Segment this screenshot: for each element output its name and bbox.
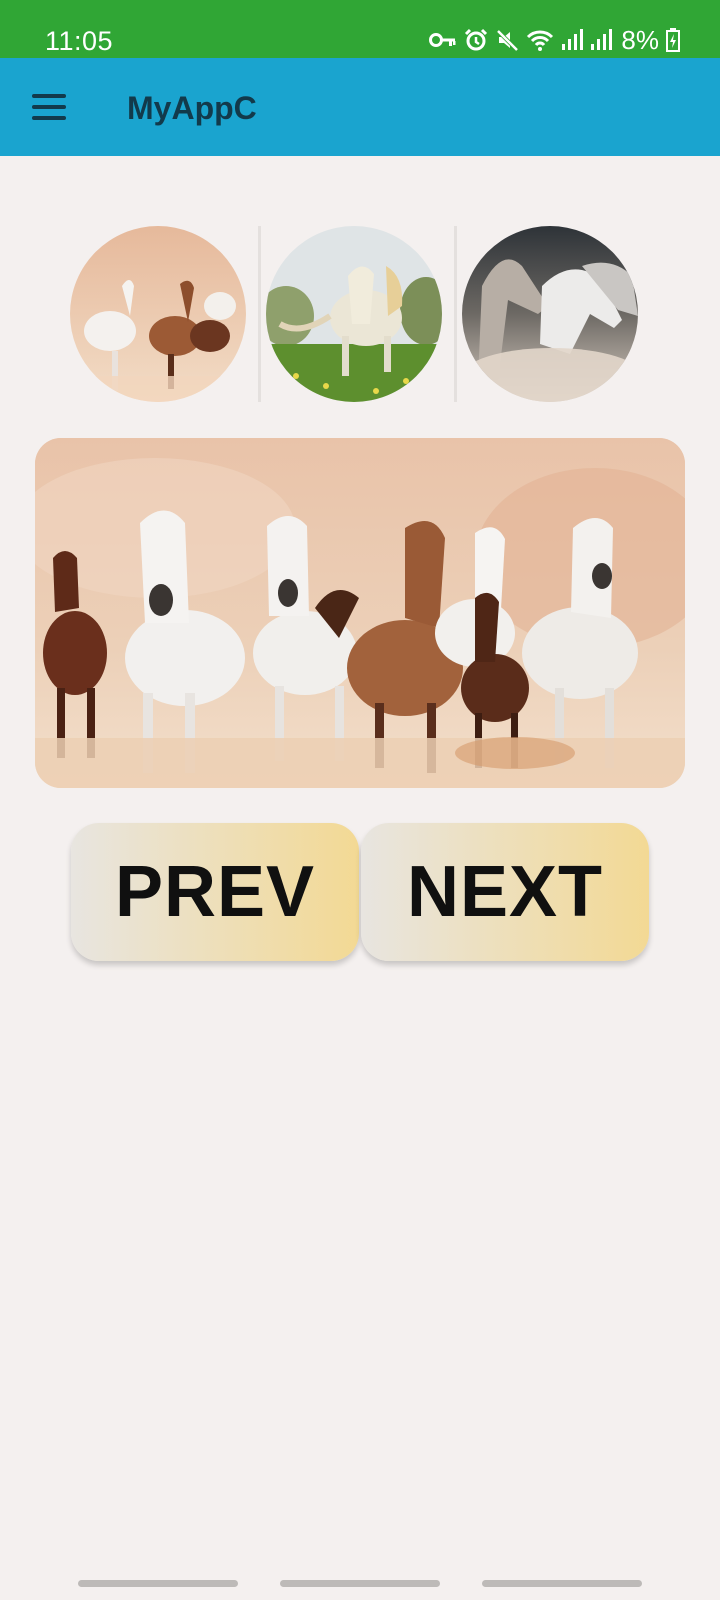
- status-icons: 8%: [429, 24, 680, 56]
- nav-recents-button[interactable]: [78, 1580, 238, 1587]
- battery-percent: 8%: [621, 24, 659, 55]
- signal-icon: [590, 28, 613, 52]
- nav-home-button[interactable]: [280, 1580, 440, 1587]
- mute-icon: [495, 28, 519, 52]
- nav-back-button[interactable]: [482, 1580, 642, 1587]
- status-time: 11:05: [45, 26, 114, 56]
- hamburger-menu-icon[interactable]: [32, 94, 66, 120]
- app-bar: MyAppC: [0, 58, 720, 156]
- status-bar: 11:05 8%: [0, 0, 720, 58]
- horse-grass-field-thumbnail[interactable]: [266, 226, 442, 402]
- thumbnail-gallery: [70, 226, 650, 403]
- battery-charging-icon: [666, 28, 680, 52]
- system-nav-bar: [0, 1570, 720, 1600]
- prev-button[interactable]: PREV: [71, 823, 359, 961]
- grey-horses-dust-thumbnail[interactable]: [462, 226, 638, 402]
- horses-herd-running-image: [35, 438, 685, 788]
- alarm-icon: [464, 28, 488, 52]
- thumbnail-divider: [454, 226, 457, 402]
- key-icon: [429, 30, 457, 50]
- next-button[interactable]: NEXT: [361, 823, 649, 961]
- horses-herd-running-thumbnail[interactable]: [70, 226, 246, 402]
- signal-icon: [561, 28, 584, 52]
- app-title: MyAppC: [127, 90, 257, 126]
- thumbnail-divider: [258, 226, 261, 402]
- wifi-icon: [526, 28, 554, 52]
